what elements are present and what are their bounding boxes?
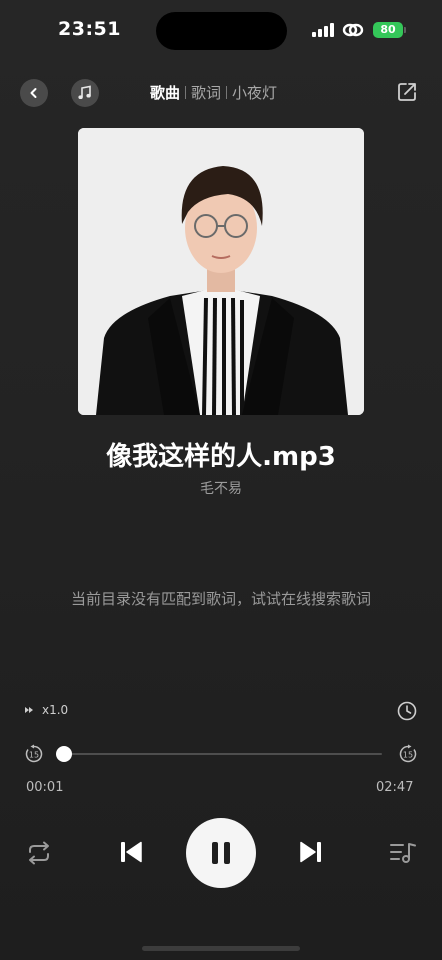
pause-icon	[212, 842, 230, 864]
dynamic-island	[156, 12, 287, 50]
battery-level: 80	[380, 23, 396, 36]
repeat-button[interactable]	[24, 838, 54, 868]
link-icon	[342, 21, 364, 43]
tab-divider	[185, 86, 187, 99]
sleep-timer-button[interactable]	[397, 701, 417, 725]
current-time: 00:01	[26, 780, 64, 795]
signal-icon	[312, 23, 334, 37]
progress-thumb[interactable]	[55, 746, 72, 762]
skip-forward-15-button[interactable]: 15	[398, 744, 418, 764]
music-note-button[interactable]	[71, 79, 99, 107]
music-note-icon	[78, 85, 91, 99]
previous-track-button[interactable]	[116, 836, 146, 868]
status-time: 23:51	[58, 18, 121, 40]
speed-label: x1.0	[42, 703, 69, 717]
back-button[interactable]	[20, 79, 48, 107]
view-tabs: 歌曲 歌词 小夜灯	[150, 82, 306, 103]
progress-track[interactable]	[62, 753, 382, 755]
song-artist: 毛不易	[200, 481, 242, 497]
no-lyrics-message[interactable]: 当前目录没有匹配到歌词，试试在线搜索歌词	[0, 588, 442, 609]
forward-15-icon: 15	[399, 744, 417, 763]
playlist-button[interactable]	[388, 838, 418, 868]
tab-divider	[226, 86, 228, 99]
repeat-icon	[29, 841, 49, 865]
playlist-icon	[390, 843, 416, 863]
share-icon	[398, 83, 416, 101]
battery-icon: 80	[373, 22, 403, 38]
tab-lyrics[interactable]: 歌词	[191, 82, 221, 103]
pause-button[interactable]	[186, 818, 256, 888]
next-track-button[interactable]	[296, 836, 326, 868]
skip-back-label: 15	[29, 751, 39, 760]
speed-icon	[25, 707, 33, 713]
total-time: 02:47	[376, 780, 414, 795]
skip-forward-label: 15	[403, 751, 413, 760]
home-indicator	[142, 946, 300, 951]
chevron-left-icon	[30, 88, 37, 98]
song-title: 像我这样的人.mp3	[106, 442, 336, 472]
playback-speed[interactable]: x1.0	[24, 703, 68, 717]
clock-icon	[397, 701, 417, 721]
skip-back-15-button[interactable]: 15	[24, 744, 44, 764]
battery-tip	[404, 27, 406, 33]
skip-next-icon	[300, 841, 321, 863]
skip-previous-icon	[121, 841, 142, 863]
album-art	[78, 128, 364, 415]
share-button[interactable]	[396, 81, 418, 107]
rewind-15-icon: 15	[25, 744, 43, 763]
tab-night-light[interactable]: 小夜灯	[232, 82, 277, 103]
tab-song[interactable]: 歌曲	[150, 82, 180, 103]
